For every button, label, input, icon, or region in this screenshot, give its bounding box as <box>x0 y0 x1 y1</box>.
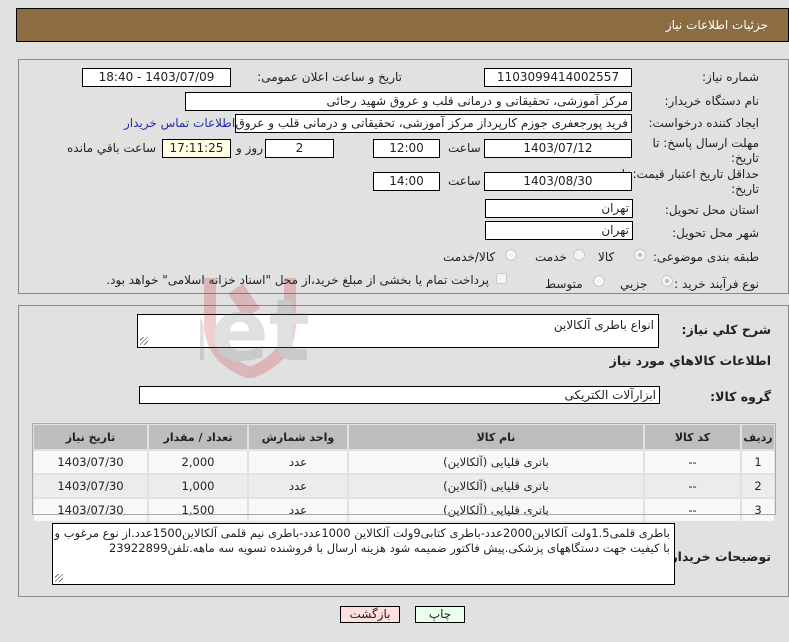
city-field: تهران <box>485 221 633 240</box>
purchase-option-medium: متوسط <box>545 277 583 291</box>
summary-field: انواع باطری آلکالاین <box>137 314 659 348</box>
province-label: استان محل تحویل: <box>664 203 759 217</box>
time-remaining-label: ساعت باقي مانده <box>67 141 157 155</box>
cell-unit: عدد <box>249 451 347 473</box>
buyer-notes-line2: با کیفیت جهت دستگاههای پزشکی.پیش فاکتور … <box>108 541 670 555</box>
resize-handle-icon[interactable] <box>140 337 148 345</box>
buyer-notes-line1: باطری قلمی1.5ولت آلکالاین2000عدد-باطری ک… <box>54 526 670 540</box>
items-heading: اطلاعات کالاهاي مورد نياز <box>609 353 771 368</box>
city-label: شهر محل تحویل: <box>672 226 759 240</box>
cell-unit: عدد <box>249 499 347 521</box>
price-validity-time-label: ساعت <box>448 174 481 188</box>
cell-quantity: 1,000 <box>149 475 247 497</box>
deadline-time-label: ساعت <box>448 141 481 155</box>
col-header-need-date: تاريخ نياز <box>34 425 147 449</box>
buyer-org-label: نام دستگاه خریدار: <box>664 94 760 108</box>
treasury-bonds-checkbox[interactable] <box>496 273 507 284</box>
buyer-org-field: مرکز آموزشی، تحقیقاتی و درمانی قلب و عرو… <box>185 92 632 111</box>
summary-text: انواع باطری آلکالاین <box>553 318 654 332</box>
time-remaining-field: 17:11:25 <box>162 139 231 158</box>
purchase-radio-minor[interactable] <box>661 275 673 287</box>
cell-row-number: 3 <box>742 499 774 521</box>
purchase-option-minor: جزیي <box>620 277 648 291</box>
table-row: 3 -- باتری قلیایی (آلکالاین) عدد 1,500 1… <box>34 499 774 521</box>
col-header-row-number: رديف <box>742 425 774 449</box>
deadline-time-field: 12:00 <box>373 139 440 158</box>
category-option-goods: کالا <box>598 250 615 264</box>
cell-goods-name: باتری قلیایی (آلکالاین) <box>349 451 643 473</box>
table-header-row: رديف کد کالا نام کالا واحد شمارش تعداد /… <box>34 425 774 449</box>
need-number-label: شماره نیاز: <box>702 70 759 84</box>
cell-row-number: 1 <box>742 451 774 473</box>
category-label: طبقه بندی موضوعی: <box>652 250 759 264</box>
cell-quantity: 2,000 <box>149 451 247 473</box>
category-option-goods-service: کالا/خدمت <box>443 250 496 264</box>
deadline-label-line2: تاریخ: <box>731 151 759 165</box>
cell-need-date: 1403/07/30 <box>34 451 147 473</box>
category-radio-goods[interactable] <box>634 249 646 261</box>
cell-unit: عدد <box>249 475 347 497</box>
table-row: 2 -- باتری قلیایی (آلکالاین) عدد 1,000 1… <box>34 475 774 497</box>
items-table-wrap: رديف کد کالا نام کالا واحد شمارش تعداد /… <box>32 423 776 523</box>
buyer-contact-link[interactable]: اطلاعات تماس خریدار <box>124 116 235 130</box>
purchase-type-label: نوع فرآیند خرید : <box>674 277 759 291</box>
cell-need-date: 1403/07/30 <box>34 475 147 497</box>
cell-goods-name: باتری قلیایی (آلکالاین) <box>349 475 643 497</box>
summary-label: شرح کلي نياز: <box>681 322 771 337</box>
buyer-notes-field: باطری قلمی1.5ولت آلکالاین2000عدد-باطری ک… <box>52 523 675 585</box>
table-row: 1 -- باتری قلیایی (آلکالاین) عدد 2,000 1… <box>34 451 774 473</box>
category-radio-service[interactable] <box>573 249 585 261</box>
cell-quantity: 1,500 <box>149 499 247 521</box>
items-table: رديف کد کالا نام کالا واحد شمارش تعداد /… <box>32 423 776 523</box>
treasury-bonds-label: پرداخت تمام یا بخشی از مبلغ خرید،از محل … <box>106 273 489 287</box>
resize-handle-icon[interactable] <box>55 574 63 582</box>
cell-need-date: 1403/07/30 <box>34 499 147 521</box>
print-button[interactable]: چاپ <box>415 606 465 623</box>
category-radio-goods-service[interactable] <box>505 249 517 261</box>
category-option-service: خدمت <box>535 250 567 264</box>
cell-goods-code: -- <box>645 499 740 521</box>
requester-field: فرید پورجعفری جوزم کارپرداز مرکز آموزشی،… <box>235 114 632 133</box>
cell-goods-code: -- <box>645 475 740 497</box>
announce-datetime-field: 1403/07/09 - 18:40 <box>82 68 231 87</box>
col-header-unit: واحد شمارش <box>249 425 347 449</box>
page-header: جزئیات اطلاعات نیاز <box>16 8 789 42</box>
page-title: جزئیات اطلاعات نیاز <box>665 18 768 32</box>
deadline-date-field: 1403/07/12 <box>484 139 632 158</box>
goods-group-label: گروه کالا: <box>710 389 771 404</box>
purchase-radio-medium[interactable] <box>593 275 605 287</box>
goods-group-field: ابزارآلات الکتریکی <box>139 386 660 404</box>
col-header-quantity: تعداد / مقدار <box>149 425 247 449</box>
back-button[interactable]: بازگشت <box>340 606 400 623</box>
need-number-field: 1103099414002557 <box>484 68 632 87</box>
cell-goods-code: -- <box>645 451 740 473</box>
days-label: روز و <box>236 141 263 155</box>
announce-datetime-label: تاریخ و ساعت اعلان عمومی: <box>257 70 402 84</box>
price-validity-label-line2: تاریخ: <box>731 182 759 196</box>
deadline-label-line1: مهلت ارسال پاسخ: تا <box>652 136 759 150</box>
price-validity-date-field: 1403/08/30 <box>484 172 632 191</box>
cell-goods-name: باتری قلیایی (آلکالاین) <box>349 499 643 521</box>
buyer-notes-label: توضیحات خریدار: <box>665 549 771 564</box>
price-validity-time-field: 14:00 <box>373 172 440 191</box>
requester-label: ایجاد کننده درخواست: <box>648 116 759 130</box>
days-remaining-field: 2 <box>265 139 334 158</box>
province-field: تهران <box>485 199 633 218</box>
cell-row-number: 2 <box>742 475 774 497</box>
col-header-goods-code: کد کالا <box>645 425 740 449</box>
col-header-goods-name: نام کالا <box>349 425 643 449</box>
price-validity-label-line1: حداقل تاریخ اعتبار قیمت: تا <box>621 167 759 181</box>
